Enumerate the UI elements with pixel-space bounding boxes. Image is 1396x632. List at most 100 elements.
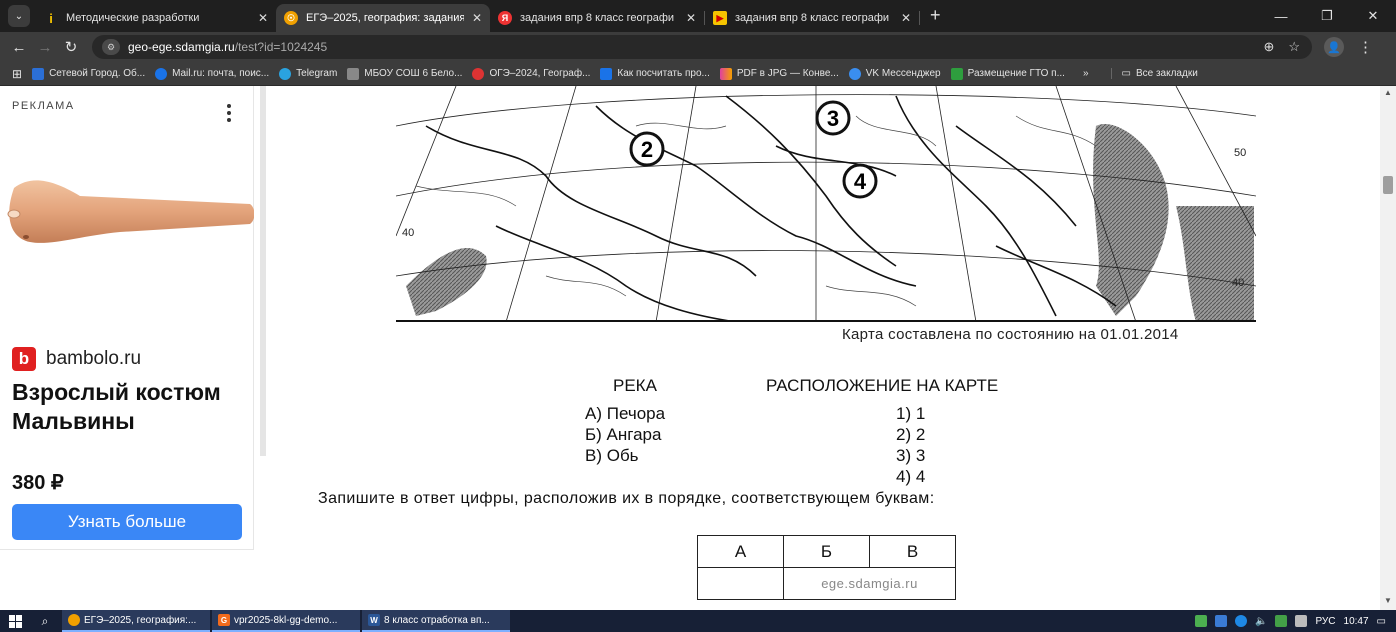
answer-header: Б (783, 535, 870, 568)
map-marker-3: 3 (815, 100, 851, 136)
location-option: 4) 4 (896, 467, 926, 486)
river-map-image: 2 3 4 40 50 40 (396, 86, 1256, 322)
lat-label: 40 (1232, 277, 1244, 289)
bookmark-item[interactable]: VK Мессенджер (848, 67, 941, 80)
taskbar-item[interactable]: W 8 класс отработка вп... (362, 610, 510, 632)
ad-scrollbar[interactable] (260, 86, 266, 456)
minimize-icon[interactable]: — (1258, 9, 1304, 24)
bookmark-item[interactable]: Как посчитать про... (600, 67, 710, 80)
windows-logo-icon (8, 614, 22, 628)
taskbar-item[interactable]: ЕГЭ–2025, география:... (62, 610, 210, 632)
tab-strip: ⌄ i Методические разработки ✕ ☉ ЕГЭ–2025… (0, 0, 1396, 32)
tab-search-button[interactable]: ⌄ (8, 5, 30, 27)
bookmark-icon (155, 67, 168, 80)
map-marker-4: 4 (842, 163, 878, 199)
tab-title: задания впр 8 класс географи (735, 12, 890, 24)
tab-3[interactable]: ▶ задания впр 8 класс географи ✕ (705, 4, 919, 32)
back-icon[interactable]: ← (6, 39, 32, 56)
scroll-down-icon[interactable]: ▼ (1384, 596, 1392, 605)
close-icon[interactable]: ✕ (686, 11, 696, 25)
start-button[interactable] (0, 614, 30, 628)
language-indicator[interactable]: РУС (1315, 616, 1335, 627)
bluetooth-icon[interactable] (1235, 615, 1248, 627)
battery-icon[interactable] (1295, 615, 1308, 627)
close-icon[interactable]: ✕ (901, 11, 911, 25)
windows-taskbar: ⌕ ЕГЭ–2025, география:... G vpr2025-8kl-… (0, 610, 1396, 632)
new-tab-button[interactable]: + (930, 5, 941, 26)
tab-separator (919, 11, 920, 25)
marker-label: 2 (641, 137, 653, 162)
bookmark-item[interactable]: Размещение ГТО п... (950, 67, 1065, 80)
ad-product-image[interactable] (0, 146, 254, 346)
locations-header: РАСПОЛОЖЕНИЕ НА КАРТЕ (766, 376, 999, 395)
bookmark-label: Размещение ГТО п... (967, 68, 1065, 79)
bookmark-item[interactable]: Mail.ru: почта, поис... (155, 67, 270, 80)
reload-icon[interactable]: ↻ (58, 38, 84, 56)
profile-avatar[interactable]: 👤 (1324, 37, 1344, 57)
video-favicon-icon: ▶ (713, 11, 727, 25)
advertisement[interactable]: РЕКЛАМА b bambolo.ru Взрослый костюм Мал… (0, 86, 254, 550)
browser-toolbar: ← → ↻ ⚙ geo-ege.sdamgia.ru/test?id=10242… (0, 32, 1396, 62)
zoom-icon[interactable]: ⊕ (1263, 39, 1274, 55)
location-option: 2) 2 (896, 425, 926, 444)
location-option: 3) 3 (896, 446, 926, 465)
apps-grid-icon[interactable]: ⊞ (12, 67, 22, 81)
page-content: РЕКЛАМА b bambolo.ru Взрослый костюм Мал… (0, 86, 1396, 610)
site-info-icon[interactable]: ⚙ (102, 39, 120, 55)
map-marker-2: 2 (629, 131, 665, 167)
ad-headline[interactable]: Взрослый костюм Мальвины (12, 378, 242, 436)
close-icon[interactable]: ✕ (472, 11, 482, 25)
ad-brand[interactable]: b bambolo.ru (12, 347, 141, 371)
volume-icon[interactable]: 🔈 (1255, 616, 1267, 627)
taskbar-item-label: ЕГЭ–2025, география:... (84, 614, 197, 626)
notifications-icon[interactable]: ▭ (1377, 616, 1386, 627)
all-bookmarks-button[interactable]: ▭ Все закладки (1110, 68, 1198, 79)
bookmark-item[interactable]: PDF в JPG — Конве... (719, 67, 839, 80)
taskbar-item-label: 8 класс отработка вп... (384, 614, 490, 626)
bookmark-item[interactable]: МБОУ СОШ 6 Бело... (347, 67, 462, 80)
bookmark-label: Mail.ru: почта, поис... (172, 68, 270, 79)
tray-app-icon[interactable] (1215, 615, 1228, 627)
tab-2[interactable]: Я задания впр 8 класс географи ✕ (490, 4, 704, 32)
page-scrollbar[interactable]: ▲ ▼ (1380, 86, 1396, 610)
network-icon[interactable] (1275, 615, 1288, 627)
bookmark-icon (950, 67, 963, 80)
taskbar-item-label: vpr2025-8kl-gg-demo... (234, 614, 338, 626)
bookmark-icon (600, 67, 613, 80)
url-domain: geo-ege.sdamgia.ru (128, 40, 235, 54)
forward-icon[interactable]: → (32, 39, 58, 56)
window-controls: — ❐ ✕ (1258, 0, 1396, 32)
tab-title: Методические разработки (66, 12, 200, 24)
sdamgia-favicon-icon: ☉ (284, 11, 298, 25)
ad-cta-button[interactable]: Узнать больше (12, 504, 242, 540)
tray-app-icon[interactable] (1195, 615, 1208, 627)
tab-0[interactable]: i Методические разработки ✕ (36, 4, 276, 32)
marker-label: 3 (827, 106, 839, 131)
bookmark-icon (719, 67, 732, 80)
browser-menu-icon[interactable]: ⋮ (1358, 38, 1373, 56)
system-tray: 🔈 РУС 10:47 ▭ (1195, 615, 1396, 627)
info-favicon-icon: i (49, 10, 53, 26)
lat-label: 40 (402, 227, 414, 239)
tab-1[interactable]: ☉ ЕГЭ–2025, география: задания ✕ (276, 4, 490, 32)
search-icon[interactable]: ⌕ (30, 614, 60, 629)
bookmark-icon (347, 67, 360, 80)
bookmark-item[interactable]: Telegram (279, 67, 337, 80)
tab-title: ЕГЭ–2025, география: задания (306, 12, 464, 24)
address-bar[interactable]: ⚙ geo-ege.sdamgia.ru/test?id=1024245 ⊕ ☆ (92, 35, 1312, 59)
taskbar-item[interactable]: G vpr2025-8kl-gg-demo... (212, 610, 360, 632)
window-close-icon[interactable]: ✕ (1350, 8, 1396, 24)
bookmarks-bar: ⊞ Сетевой Город. Об... Mail.ru: почта, п… (0, 62, 1396, 86)
scroll-thumb[interactable] (1383, 176, 1393, 194)
bookmark-item[interactable]: Сетевой Город. Об... (32, 67, 146, 80)
ad-options-icon[interactable] (222, 104, 236, 126)
more-bookmarks-icon[interactable]: » (1083, 68, 1089, 79)
bookmark-label: Сетевой Город. Об... (49, 68, 146, 79)
bookmark-star-icon[interactable]: ☆ (1288, 39, 1300, 55)
bookmark-item[interactable]: ОГЭ–2024, Географ... (472, 67, 590, 80)
close-icon[interactable]: ✕ (258, 11, 268, 25)
scroll-up-icon[interactable]: ▲ (1384, 88, 1392, 97)
clock[interactable]: 10:47 (1344, 616, 1369, 627)
lat-label: 50 (1234, 147, 1246, 159)
maximize-icon[interactable]: ❐ (1304, 8, 1350, 24)
